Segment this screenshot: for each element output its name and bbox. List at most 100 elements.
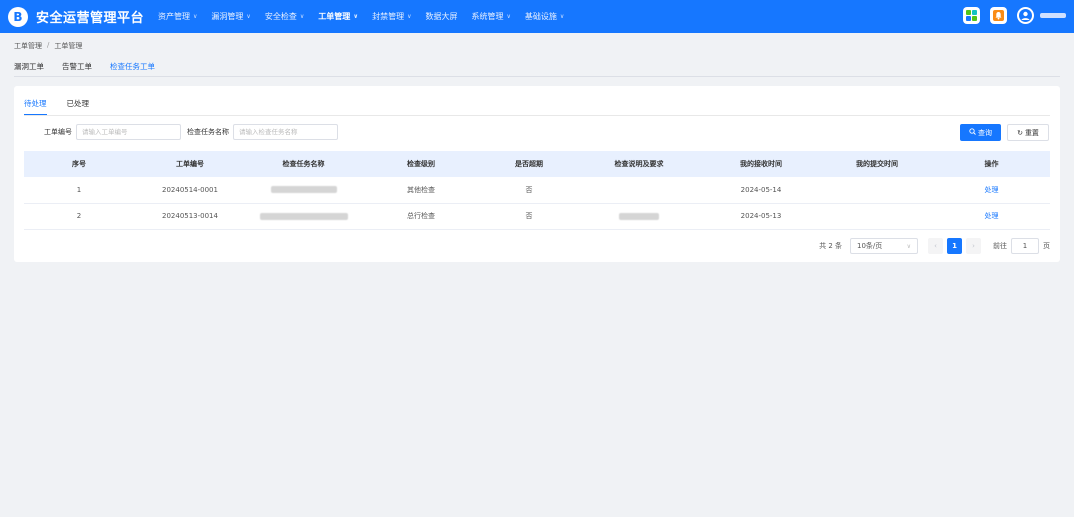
cell-received-time: 2024-05-14: [701, 177, 821, 204]
avatar-icon[interactable]: [1017, 7, 1034, 24]
page-size-select[interactable]: 10条/页 ∨: [850, 238, 918, 254]
nav-label: 漏洞管理: [211, 12, 244, 21]
table-row: 2 20240513-0014 总行检查 否 2024-05-13 处理: [24, 203, 1050, 230]
cell-level: 其他检查: [361, 177, 481, 204]
process-link[interactable]: 处理: [985, 186, 999, 194]
cell-task-name-redacted: [246, 177, 361, 204]
bell-icon[interactable]: [990, 7, 1007, 24]
nav-item-security-check[interactable]: 安全检查 ∨: [265, 11, 304, 22]
nav-item-blocking[interactable]: 封禁管理 ∨: [372, 11, 411, 22]
cell-task-name-redacted: [246, 203, 361, 230]
nav-item-tickets[interactable]: 工单管理 ∨: [318, 11, 358, 22]
table-header-row: 序号 工单编号 检查任务名称 检查级别 是否超期 检查说明及要求 我的接收时间 …: [24, 151, 1050, 177]
reset-button[interactable]: ↻ 重置: [1007, 124, 1049, 141]
nav-item-dashboard[interactable]: 数据大屏: [426, 11, 458, 22]
column-header: 工单编号: [134, 151, 246, 177]
chevron-down-icon: ∨: [407, 13, 412, 20]
column-header: 是否超期: [481, 151, 577, 177]
tab-pending[interactable]: 待处理: [24, 99, 47, 115]
column-header: 序号: [24, 151, 134, 177]
tab-vulnerability-tickets[interactable]: 漏洞工单: [14, 60, 44, 77]
nav-label: 数据大屏: [425, 12, 458, 21]
page-suffix: 页: [1043, 242, 1050, 250]
chevron-down-icon: ∨: [246, 13, 251, 20]
chevron-down-icon: ∨: [193, 13, 198, 20]
next-page-button[interactable]: ›: [966, 238, 981, 254]
nav-item-assets[interactable]: 资产管理 ∨: [158, 11, 197, 22]
header-actions: [953, 7, 1066, 24]
nav-item-system[interactable]: 系统管理 ∨: [472, 11, 511, 22]
main-nav: 资产管理 ∨ 漏洞管理 ∨ 安全检查 ∨ 工单管理 ∨ 封禁管理 ∨ 数据大屏 系统管理 ∨…: [158, 0, 578, 33]
apps-icon[interactable]: [963, 7, 980, 24]
process-link[interactable]: 处理: [985, 212, 999, 220]
page-number-current[interactable]: 1: [947, 238, 962, 254]
cell-index: 2: [24, 203, 134, 230]
column-header: 操作: [933, 151, 1050, 177]
task-name-input[interactable]: [233, 124, 338, 140]
column-header: 检查级别: [361, 151, 481, 177]
ticket-list-card: 待处理 已处理 工单编号 检查任务名称 查询 ↻ 重置 序号 工单编号 检查任务…: [14, 86, 1060, 262]
status-tabs: 待处理 已处理: [24, 99, 109, 115]
goto-page-input[interactable]: 1: [1011, 238, 1039, 254]
chevron-down-icon: ∨: [506, 13, 511, 20]
cell-index: 1: [24, 177, 134, 204]
chevron-down-icon: ∨: [299, 13, 305, 20]
redacted-text: [259, 212, 348, 220]
tab-inspection-task-tickets[interactable]: 检查任务工单: [110, 60, 155, 77]
filter-bar: 工单编号 检查任务名称: [44, 124, 338, 140]
redacted-text: [619, 212, 659, 220]
cell-description: [577, 177, 701, 204]
status-tabs-divider: [24, 115, 1050, 116]
column-header: 我的接收时间: [701, 151, 821, 177]
prev-page-button[interactable]: ‹: [928, 238, 943, 254]
refresh-icon: ↻: [1017, 128, 1023, 137]
app-title: 安全运营管理平台: [36, 11, 145, 26]
pagination: 共 2 条 10条/页 ∨ ‹ 1 › 前往 1 页: [819, 238, 1050, 254]
page-size-value: 10条/页: [857, 242, 883, 250]
cell-description-redacted: [577, 203, 701, 230]
goto-label: 前往: [993, 242, 1007, 250]
cell-submitted-time: [821, 177, 933, 204]
cell-action: 处理: [933, 177, 1050, 204]
redacted-text: [270, 186, 337, 194]
total-count: 共 2 条: [819, 242, 842, 250]
app-logo-icon: B: [8, 6, 28, 27]
cell-received-time: 2024-05-13: [701, 203, 821, 230]
nav-item-vulnerabilities[interactable]: 漏洞管理 ∨: [211, 11, 250, 22]
cell-ticket-no: 20240513-0014: [134, 203, 246, 230]
cell-level: 总行检查: [361, 203, 481, 230]
cell-ticket-no: 20240514-0001: [134, 177, 246, 204]
nav-item-infrastructure[interactable]: 基础设施 ∨: [525, 11, 564, 22]
cell-action: 处理: [933, 203, 1050, 230]
top-nav-bar: B 安全运营管理平台 资产管理 ∨ 漏洞管理 ∨ 安全检查 ∨ 工单管理 ∨ 封禁管理 ∨…: [0, 0, 1074, 33]
ticket-table: 序号 工单编号 检查任务名称 检查级别 是否超期 检查说明及要求 我的接收时间 …: [24, 151, 1050, 230]
column-header: 我的提交时间: [821, 151, 933, 177]
nav-label: 资产管理: [158, 12, 191, 21]
tab-alert-tickets[interactable]: 告警工单: [62, 60, 92, 77]
search-icon: [969, 128, 976, 137]
chevron-down-icon: ∨: [353, 13, 359, 20]
tabs-divider: [14, 76, 1060, 77]
query-button-label: 查询: [978, 128, 992, 137]
breadcrumb-separator: /: [47, 41, 50, 49]
nav-label: 安全检查: [264, 12, 297, 21]
ticket-no-input[interactable]: [76, 124, 181, 140]
cell-overdue: 否: [481, 177, 577, 204]
ticket-type-tabs: 漏洞工单 告警工单 检查任务工单: [14, 60, 173, 77]
breadcrumb: 工单管理 / 工单管理: [14, 41, 82, 51]
column-header: 检查说明及要求: [577, 151, 701, 177]
nav-label: 基础设施: [524, 12, 557, 21]
breadcrumb-item[interactable]: 工单管理: [14, 41, 42, 51]
breadcrumb-item-current: 工单管理: [54, 42, 83, 50]
task-name-label: 检查任务名称: [187, 128, 229, 136]
table-row: 1 20240514-0001 其他检查 否 2024-05-14 处理: [24, 177, 1050, 204]
chevron-down-icon: ∨: [559, 13, 565, 20]
reset-button-label: 重置: [1024, 128, 1039, 137]
tab-processed[interactable]: 已处理: [67, 99, 90, 115]
user-name-redacted[interactable]: [1040, 13, 1066, 18]
cell-submitted-time: [821, 203, 933, 230]
cell-overdue: 否: [481, 203, 577, 230]
query-button[interactable]: 查询: [960, 124, 1001, 141]
ticket-no-label: 工单编号: [44, 128, 72, 136]
nav-label: 封禁管理: [372, 12, 405, 21]
